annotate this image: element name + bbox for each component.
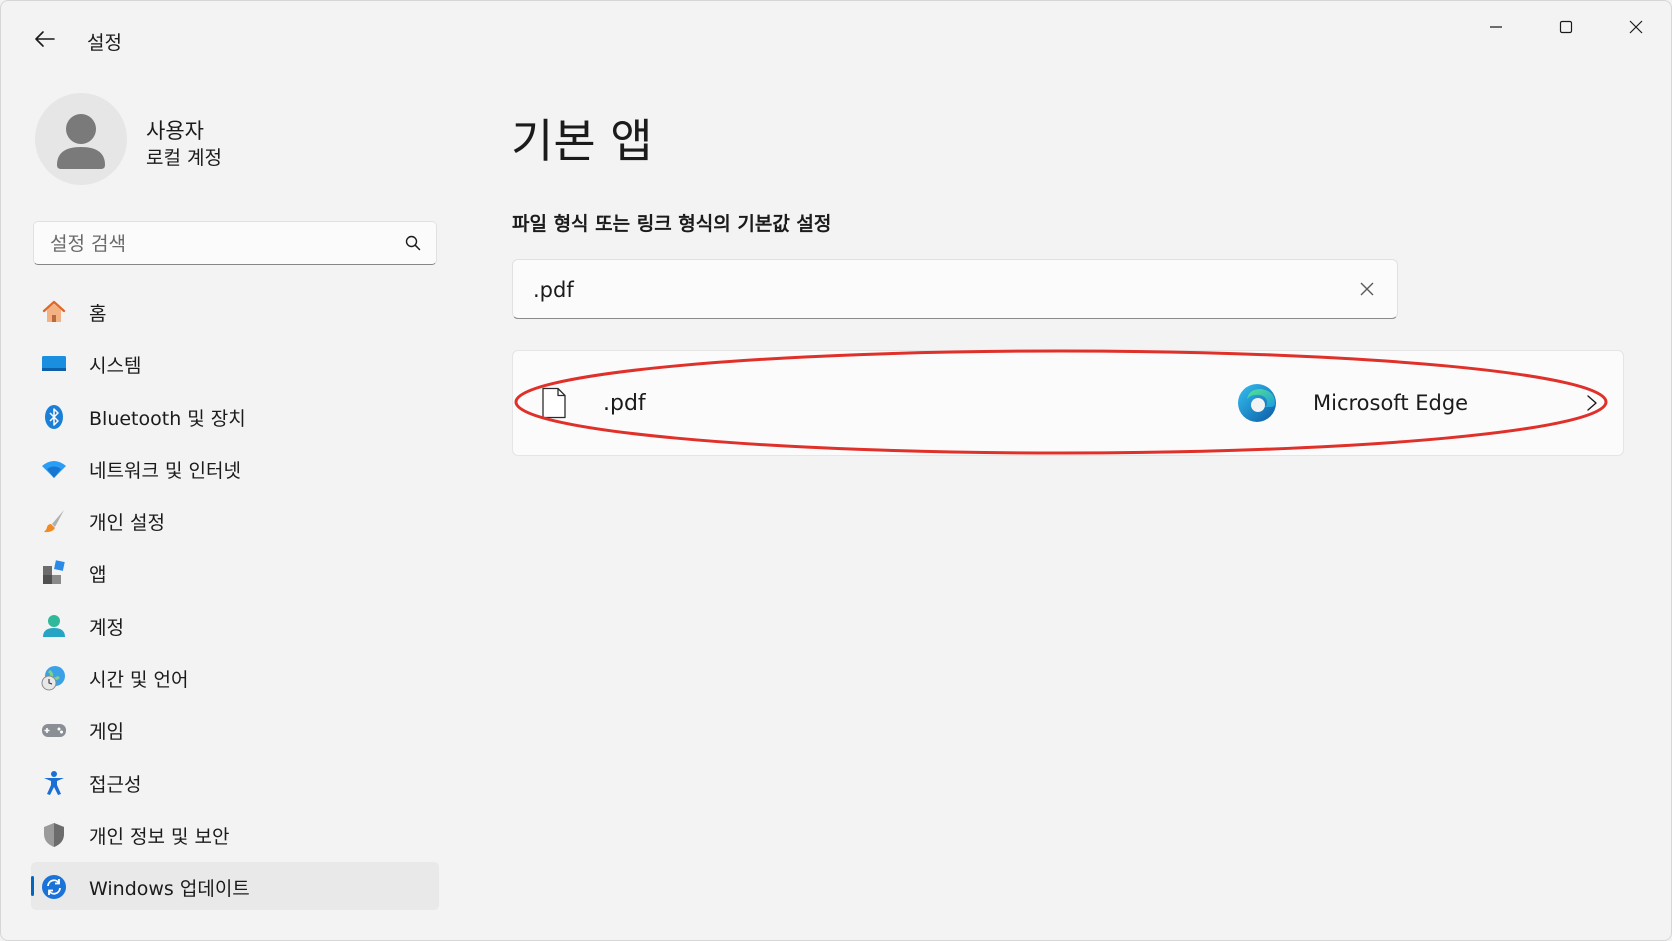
close-button[interactable] [1613, 9, 1659, 45]
sidebar-item-label: 홈 [89, 303, 107, 325]
sidebar-item-network[interactable]: 네트워크 및 인터넷 [31, 444, 439, 492]
chevron-right-icon [1587, 395, 1597, 411]
maximize-button[interactable] [1543, 9, 1589, 45]
minimize-button[interactable] [1473, 9, 1519, 45]
file-association-row[interactable]: .pdf Microsoft Edge [512, 350, 1624, 456]
sidebar-item-label: 접근성 [89, 773, 142, 796]
app-title: 설정 [87, 32, 122, 54]
page-title: 기본 앱 [511, 114, 653, 168]
sidebar-item-label: Windows 업데이트 [89, 878, 250, 901]
sidebar-item-label: 개인 정보 및 보안 [89, 825, 230, 848]
sidebar-item-label: 시간 및 언어 [89, 669, 189, 692]
file-type-search-box[interactable] [512, 259, 1398, 320]
settings-search-box[interactable] [33, 221, 437, 266]
back-arrow-icon [35, 31, 55, 47]
sidebar-item-label: 개인 설정 [89, 512, 165, 535]
sidebar-item-windows-update[interactable]: Windows 업데이트 [31, 862, 439, 911]
clear-icon[interactable] [1357, 279, 1377, 299]
section-label: 파일 형식 또는 링크 형식의 기본값 설정 [512, 213, 832, 235]
sidebar-item-privacy[interactable]: 개인 정보 및 보안 [31, 810, 439, 858]
sidebar-item-bluetooth[interactable]: Bluetooth 및 장치 [31, 392, 439, 440]
sidebar-item-label: 시스템 [89, 355, 142, 378]
settings-search-input[interactable] [48, 222, 392, 266]
file-type-search-input[interactable] [531, 260, 1315, 320]
sidebar-item-accessibility[interactable]: 접근성 [31, 758, 439, 806]
sidebar-item-label: 네트워크 및 인터넷 [89, 459, 241, 482]
user-silhouette-icon [57, 114, 105, 169]
gamepad-icon [42, 724, 66, 738]
accessibility-icon [44, 770, 64, 795]
account-type: 로컬 계정 [146, 147, 222, 169]
close-icon [1629, 20, 1643, 34]
sidebar-item-gaming[interactable]: 게임 [31, 705, 439, 753]
sidebar-item-personalization[interactable]: 개인 설정 [31, 496, 439, 544]
back-button[interactable] [29, 23, 61, 55]
sidebar-item-time-language[interactable]: 시간 및 언어 [31, 653, 439, 701]
sidebar-item-label: 앱 [89, 564, 107, 587]
globe-clock-icon [41, 666, 65, 691]
avatar[interactable] [35, 93, 127, 185]
selection-indicator [31, 876, 34, 897]
maximize-icon [1559, 20, 1573, 34]
sidebar-item-label: 계정 [89, 616, 124, 639]
file-extension-label: .pdf [603, 391, 646, 416]
sidebar-item-system[interactable]: 시스템 [31, 339, 439, 387]
default-app-label: Microsoft Edge [1313, 391, 1469, 415]
sidebar-item-apps[interactable]: 앱 [31, 548, 439, 596]
apps-icon [43, 560, 65, 585]
file-icon [542, 387, 566, 419]
home-icon [42, 300, 66, 322]
minimize-icon [1490, 26, 1502, 28]
sidebar-item-accounts[interactable]: 계정 [31, 601, 439, 649]
user-name: 사용자 [146, 119, 204, 143]
update-icon [42, 875, 66, 900]
settings-window: 설정 사용자 로컬 계정 설정 검색 홈 시스템 Bluetooth 및 장치 … [0, 0, 1672, 941]
person-icon [43, 614, 65, 637]
sidebar-item-label: 게임 [89, 721, 124, 744]
brush-icon [44, 510, 64, 533]
bluetooth-icon [45, 404, 63, 429]
sidebar-item-home[interactable]: 홈 [31, 287, 439, 335]
shield-icon [44, 822, 64, 847]
system-icon [42, 356, 66, 372]
sidebar-nav: 홈 시스템 Bluetooth 및 장치 네트워크 및 인터넷 개인 설정 앱 … [31, 287, 439, 915]
microsoft-edge-icon [1238, 384, 1276, 422]
sidebar-item-label: Bluetooth 및 장치 [89, 407, 246, 430]
search-icon[interactable] [404, 234, 422, 252]
wifi-icon [42, 460, 66, 478]
